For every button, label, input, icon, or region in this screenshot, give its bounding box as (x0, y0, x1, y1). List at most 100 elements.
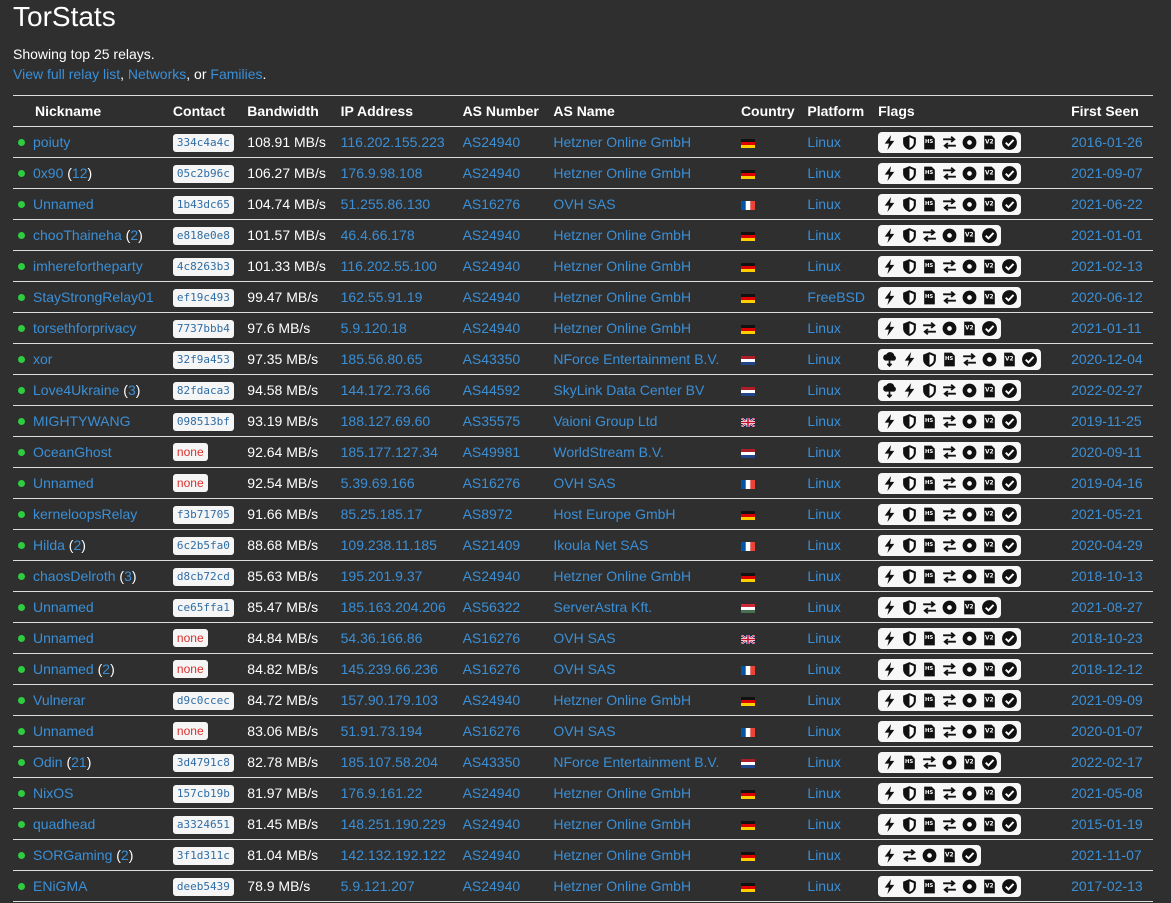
first-seen-link[interactable]: 2020-12-04 (1071, 351, 1143, 367)
as-number-link[interactable]: AS43350 (463, 351, 521, 367)
relay-nickname-link[interactable]: Hilda (33, 537, 65, 553)
country-flag-icon-de[interactable] (740, 696, 755, 706)
contact-badge[interactable]: none (172, 722, 208, 740)
as-name-link[interactable]: Vaioni Group Ltd (553, 413, 657, 429)
column-header-flags[interactable]: Flags (874, 96, 1067, 127)
family-count-link[interactable]: 3 (128, 382, 136, 398)
relay-nickname-link[interactable]: chaosDelroth (33, 568, 116, 584)
first-seen-link[interactable]: 2021-11-07 (1071, 847, 1142, 863)
as-name-link[interactable]: Hetzner Online GmbH (553, 134, 691, 150)
first-seen-link[interactable]: 2021-01-01 (1071, 227, 1143, 243)
ip-address-link[interactable]: 5.9.120.18 (341, 320, 407, 336)
contact-badge[interactable]: d8cb72cd (172, 567, 234, 586)
platform-link[interactable]: Linux (807, 320, 840, 336)
relay-nickname-link[interactable]: torsethforprivacy (33, 320, 136, 336)
as-number-link[interactable]: AS24940 (463, 227, 521, 243)
country-flag-icon-fr[interactable] (740, 727, 755, 737)
platform-link[interactable]: Linux (807, 413, 840, 429)
platform-link[interactable]: FreeBSD (807, 289, 865, 305)
as-name-link[interactable]: Hetzner Online GmbH (553, 165, 691, 181)
as-name-link[interactable]: OVH SAS (553, 661, 615, 677)
first-seen-link[interactable]: 2018-10-13 (1071, 568, 1143, 584)
first-seen-link[interactable]: 2021-01-11 (1071, 320, 1142, 336)
family-count-link[interactable]: 3 (124, 568, 132, 584)
contact-badge[interactable]: 1b43dc65 (172, 195, 234, 214)
ip-address-link[interactable]: 51.91.73.194 (341, 723, 423, 739)
relay-nickname-link[interactable]: Unnamed (33, 196, 94, 212)
ip-address-link[interactable]: 176.9.98.108 (341, 165, 423, 181)
relay-nickname-link[interactable]: StayStrongRelay01 (33, 289, 154, 305)
platform-link[interactable]: Linux (807, 816, 840, 832)
country-flag-icon-de[interactable] (740, 510, 755, 520)
relay-nickname-link[interactable]: Unnamed (33, 630, 94, 646)
first-seen-link[interactable]: 2018-10-23 (1071, 630, 1143, 646)
ip-address-link[interactable]: 54.36.166.86 (341, 630, 423, 646)
contact-badge[interactable]: a3324651 (172, 815, 234, 834)
as-name-link[interactable]: Host Europe GmbH (553, 506, 675, 522)
country-flag-icon-de[interactable] (740, 572, 755, 582)
relay-nickname-link[interactable]: Love4Ukraine (33, 382, 119, 398)
relay-nickname-link[interactable]: poiuty (33, 134, 70, 150)
platform-link[interactable]: Linux (807, 475, 840, 491)
country-flag-icon-nl[interactable] (740, 448, 755, 458)
first-seen-link[interactable]: 2020-06-12 (1071, 289, 1143, 305)
first-seen-link[interactable]: 2021-09-09 (1071, 692, 1143, 708)
as-number-link[interactable]: AS8972 (463, 506, 513, 522)
country-flag-icon-hu[interactable] (740, 603, 755, 613)
as-name-link[interactable]: NForce Entertainment B.V. (553, 754, 719, 770)
platform-link[interactable]: Linux (807, 723, 840, 739)
as-name-link[interactable]: OVH SAS (553, 475, 615, 491)
platform-link[interactable]: Linux (807, 785, 840, 801)
platform-link[interactable]: Linux (807, 630, 840, 646)
as-number-link[interactable]: AS24940 (463, 816, 521, 832)
country-flag-icon-de[interactable] (740, 169, 755, 179)
platform-link[interactable]: Linux (807, 599, 840, 615)
contact-badge[interactable]: 334c4a4c (172, 133, 234, 152)
as-number-link[interactable]: AS24940 (463, 289, 521, 305)
relay-nickname-link[interactable]: quadhead (33, 816, 95, 832)
as-number-link[interactable]: AS35575 (463, 413, 521, 429)
ip-address-link[interactable]: 148.251.190.229 (341, 816, 446, 832)
platform-link[interactable]: Linux (807, 227, 840, 243)
contact-badge[interactable]: ef19c493 (172, 288, 234, 307)
contact-badge[interactable]: 4c8263b3 (172, 257, 234, 276)
country-flag-icon-de[interactable] (740, 262, 755, 272)
relay-nickname-link[interactable]: Unnamed (33, 661, 94, 677)
as-name-link[interactable]: OVH SAS (553, 723, 615, 739)
family-count-link[interactable]: 2 (102, 661, 110, 677)
relay-nickname-link[interactable]: Unnamed (33, 475, 94, 491)
relay-nickname-link[interactable]: chooThaineha (33, 227, 122, 243)
platform-link[interactable]: Linux (807, 444, 840, 460)
first-seen-link[interactable]: 2022-02-17 (1071, 754, 1143, 770)
as-name-link[interactable]: WorldStream B.V. (553, 444, 664, 460)
country-flag-icon-de[interactable] (740, 851, 755, 861)
contact-badge[interactable]: none (172, 474, 208, 492)
as-number-link[interactable]: AS16276 (463, 196, 521, 212)
contact-badge[interactable]: 3d4791c8 (172, 753, 234, 772)
first-seen-link[interactable]: 2018-12-12 (1071, 661, 1143, 677)
platform-link[interactable]: Linux (807, 506, 840, 522)
as-name-link[interactable]: Hetzner Online GmbH (553, 692, 691, 708)
as-number-link[interactable]: AS44592 (463, 382, 521, 398)
as-number-link[interactable]: AS24940 (463, 785, 521, 801)
country-flag-icon-fr[interactable] (740, 479, 755, 489)
first-seen-link[interactable]: 2016-01-26 (1071, 134, 1143, 150)
as-name-link[interactable]: Hetzner Online GmbH (553, 320, 691, 336)
ip-address-link[interactable]: 176.9.161.22 (341, 785, 423, 801)
family-count-link[interactable]: 21 (71, 754, 87, 770)
ip-address-link[interactable]: 185.107.58.204 (341, 754, 438, 770)
contact-badge[interactable]: none (172, 443, 208, 461)
relay-nickname-link[interactable]: imherefortheparty (33, 258, 143, 274)
as-name-link[interactable]: OVH SAS (553, 630, 615, 646)
as-name-link[interactable]: Hetzner Online GmbH (553, 258, 691, 274)
ip-address-link[interactable]: 85.25.185.17 (341, 506, 423, 522)
ip-address-link[interactable]: 162.55.91.19 (341, 289, 423, 305)
as-number-link[interactable]: AS16276 (463, 723, 521, 739)
country-flag-icon-de[interactable] (740, 293, 755, 303)
as-name-link[interactable]: Hetzner Online GmbH (553, 816, 691, 832)
contact-badge[interactable]: deeb5439 (172, 877, 234, 896)
country-flag-icon-nl[interactable] (740, 355, 755, 365)
first-seen-link[interactable]: 2021-06-22 (1071, 196, 1143, 212)
column-header-as-name[interactable]: AS Name (549, 96, 737, 127)
column-header-first-seen[interactable]: First Seen (1067, 96, 1153, 127)
